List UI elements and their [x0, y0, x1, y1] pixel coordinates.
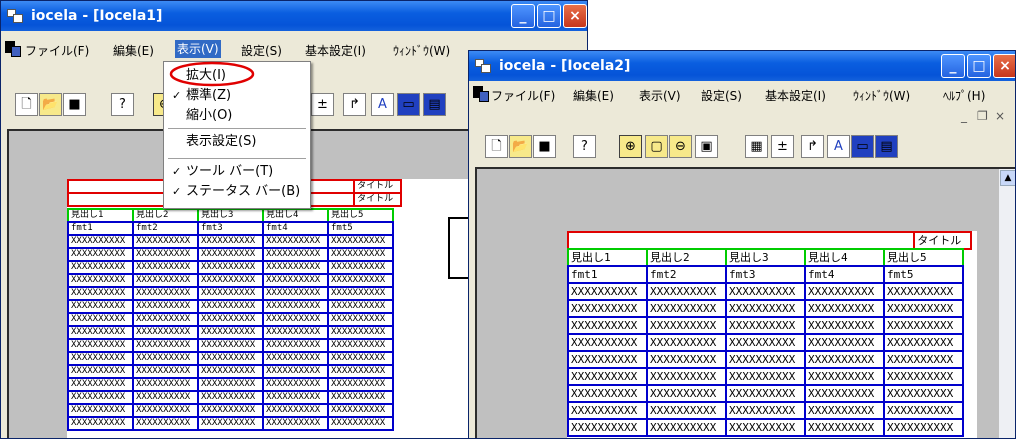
menu-window[interactable]: ｳｨﾝﾄﾞｳ(W) [393, 42, 450, 59]
data-cell[interactable]: XXXXXXXXXX [67, 416, 134, 431]
data-cell[interactable]: XXXXXXXXXX [804, 418, 885, 437]
menu-settings[interactable]: 設定(S) [701, 87, 742, 104]
data-cell[interactable]: XXXXXXXXXX [262, 416, 329, 431]
menu-separator [168, 128, 306, 130]
save-icon[interactable]: ■ [533, 135, 556, 158]
print-preview-icon[interactable]: ▣ [695, 135, 718, 158]
page-icon[interactable]: ▢ [645, 135, 668, 158]
zoom-in-icon[interactable]: ⊕ [619, 135, 642, 158]
view-menu-item-label: ステータス バー(B) [186, 184, 301, 199]
menu-help[interactable]: ﾍﾙﾌﾟ(H) [943, 87, 985, 104]
data-cell[interactable]: XXXXXXXXXX [567, 418, 648, 437]
open-icon[interactable]: 📂 [509, 135, 532, 158]
left-sheet: タイトル タイトル 見出し1 見出し2 見出し3 見出し4 見出し5 fmt1 fmt2 fmt3… [67, 179, 481, 438]
menu-edit[interactable]: 編集(E) [113, 42, 154, 59]
maximize-button[interactable]: □ [967, 54, 991, 78]
rotate-icon[interactable]: ↱ [343, 93, 366, 116]
menu-file[interactable]: ファイル(F) [25, 42, 89, 59]
help-icon[interactable]: ? [573, 135, 596, 158]
calc-icon[interactable]: ± [771, 135, 794, 158]
highlight-ellipse [169, 61, 255, 87]
scroll-up-button[interactable]: ▲ [1000, 170, 1015, 186]
vertical-scrollbar[interactable]: ▲ [999, 169, 1015, 438]
right-window: iocela - [Iocela2] _ □ × ファイル(F) 編集(E) 表… [468, 50, 1016, 439]
app-icon [475, 59, 491, 73]
menu-edit[interactable]: 編集(E) [573, 87, 614, 104]
check-icon: ✓ [172, 89, 182, 102]
view-menu-item-1[interactable]: ✓ 標準(Z) [164, 86, 310, 106]
view-menu-item-2[interactable]: 縮小(O) [164, 106, 310, 126]
document-icon [5, 41, 21, 57]
right-menubar: ファイル(F) 編集(E) 表示(V) 設定(S) 基本設定(I) ｳｨﾝﾄﾞｳ… [469, 83, 1015, 105]
data-cell[interactable]: XXXXXXXXXX [725, 418, 806, 437]
view-menu-item-label: 標準(Z) [186, 88, 232, 103]
form-icon[interactable]: ▤ [875, 135, 898, 158]
menu-basic-settings[interactable]: 基本設定(I) [305, 42, 366, 59]
open-icon[interactable]: 📂 [39, 93, 62, 116]
maximize-button[interactable]: □ [537, 4, 561, 28]
view-menu-item-label: 表示設定(S) [186, 134, 257, 149]
menu-settings[interactable]: 設定(S) [241, 42, 282, 59]
form-icon[interactable]: ▤ [423, 93, 446, 116]
grid-icon[interactable]: ▦ [745, 135, 768, 158]
app-icon [7, 9, 23, 23]
right-titlebar[interactable]: iocela - [Iocela2] _ □ × [469, 51, 1015, 81]
window-title: iocela - [Iocela2] [499, 58, 631, 74]
save-icon[interactable]: ■ [63, 93, 86, 116]
mdi-restore-button[interactable]: ❐ [977, 109, 988, 123]
menu-view[interactable]: 表示(V) [639, 87, 681, 104]
new-icon[interactable]: 🗋 [15, 93, 38, 116]
menu-window[interactable]: ｳｨﾝﾄﾞｳ(W) [853, 87, 910, 104]
left-titlebar[interactable]: iocela - [Iocela1] _ □ × [1, 1, 587, 31]
rotate-icon[interactable]: ↱ [801, 135, 824, 158]
mdi-close-button[interactable]: × [995, 109, 1005, 123]
view-menu-item-3[interactable]: 表示設定(S) [164, 132, 310, 152]
right-toolbar: 🗋 📂 ■ ? ⊕ ▢ ⊖ ▣ ▦ ± ↱ A ▭ ▤ [469, 135, 1015, 167]
window-title: iocela - [Iocela1] [31, 8, 163, 24]
view-menu-item-label: ツール バー(T) [186, 164, 274, 179]
view-menu-item-label: 縮小(O) [186, 108, 233, 123]
minimize-button[interactable]: _ [511, 4, 535, 28]
data-cell[interactable]: XXXXXXXXXX [883, 418, 964, 437]
mdi-minimize-button[interactable]: _ [961, 109, 967, 123]
mdi-controls: _ ❐ × [957, 109, 1015, 127]
data-cell[interactable]: XXXXXXXXXX [646, 418, 727, 437]
view-menu-item-5[interactable]: ✓ ステータス バー(B) [164, 182, 310, 202]
window-icon[interactable]: ▭ [851, 135, 874, 158]
menu-view[interactable]: 表示(V) [175, 40, 221, 58]
font-icon[interactable]: A [827, 135, 850, 158]
close-button[interactable]: × [563, 4, 587, 28]
data-cell[interactable]: XXXXXXXXXX [132, 416, 199, 431]
check-icon: ✓ [172, 165, 182, 178]
window-icon[interactable]: ▭ [397, 93, 420, 116]
right-client-area: タイトル 見出し1 見出し2 見出し3 見出し4 見出し5 fmt1 fmt2 fmt3 fmt4… [475, 167, 1015, 438]
menu-basic-settings[interactable]: 基本設定(I) [765, 87, 826, 104]
new-icon[interactable]: 🗋 [485, 135, 508, 158]
font-icon[interactable]: A [371, 93, 394, 116]
menu-separator [168, 158, 306, 160]
zoom-out-icon[interactable]: ⊖ [669, 135, 692, 158]
view-menu-item-4[interactable]: ✓ ツール バー(T) [164, 162, 310, 182]
document-icon [473, 86, 489, 102]
data-cell[interactable]: XXXXXXXXXX [197, 416, 264, 431]
calc-icon[interactable]: ± [311, 93, 334, 116]
menu-file[interactable]: ファイル(F) [491, 87, 555, 104]
check-icon: ✓ [172, 185, 182, 198]
right-sheet: タイトル 見出し1 見出し2 見出し3 見出し4 見出し5 fmt1 fmt2 fmt3 fmt4… [567, 231, 977, 438]
data-cell[interactable]: XXXXXXXXXX [327, 416, 394, 431]
help-icon[interactable]: ? [111, 93, 134, 116]
title-cell[interactable]: タイトル [353, 192, 402, 207]
close-button[interactable]: × [993, 54, 1015, 78]
minimize-button[interactable]: _ [941, 54, 965, 78]
